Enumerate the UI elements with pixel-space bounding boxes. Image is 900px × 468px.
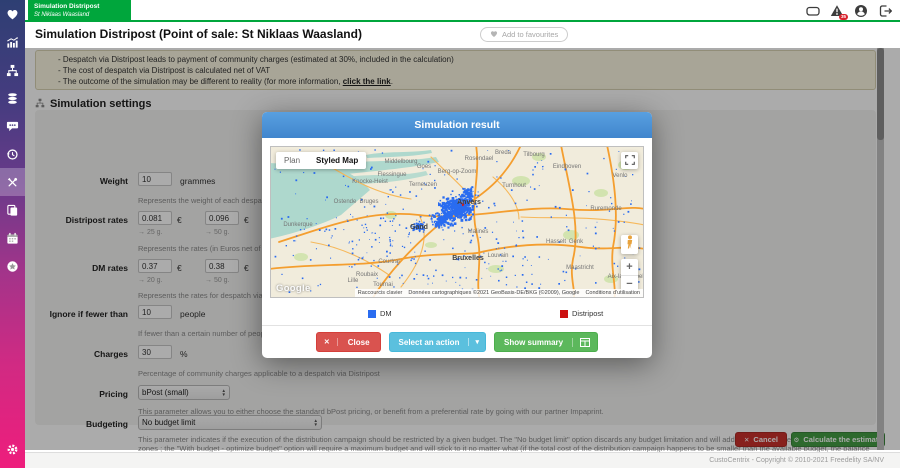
heart-icon — [6, 8, 19, 21]
zoom-in-button[interactable]: + — [621, 259, 638, 276]
add-to-favourites-label: Add to favourites — [502, 30, 558, 39]
calendar-icon — [6, 232, 19, 245]
result-map[interactable]: Breda Tilbourg Rosendael Middelbourg Eindhov… — [270, 146, 644, 298]
sidebar-item-database[interactable] — [0, 84, 25, 112]
user-icon[interactable] — [854, 4, 868, 18]
map-type-plan[interactable]: Plan — [276, 152, 308, 169]
add-to-favourites-button[interactable]: Add to favourites — [480, 27, 568, 42]
tab-title: Simulation Distripost — [34, 3, 131, 11]
heart-icon — [490, 30, 498, 40]
svg-text:Turnhout: Turnhout — [502, 183, 526, 189]
sidebar-item-settings[interactable] — [0, 435, 25, 463]
map-data-credit: Données cartographiques ©2021 GeoBasis-D… — [405, 289, 582, 297]
tab-subtitle: St Niklaas Waasland — [34, 11, 131, 19]
svg-text:Bruxelles: Bruxelles — [452, 255, 484, 262]
sidebar-item-calendar[interactable] — [0, 224, 25, 252]
svg-text:Roubaix: Roubaix — [356, 272, 378, 278]
sidebar — [0, 0, 25, 468]
svg-text:Middelbourg: Middelbourg — [384, 159, 417, 165]
sidebar-item-favourites[interactable] — [0, 0, 25, 28]
google-logo: Google — [276, 283, 311, 294]
svg-text:Genk: Genk — [569, 239, 584, 245]
zoom-control: + − — [621, 259, 638, 292]
svg-text:Tournai: Tournai — [373, 282, 393, 288]
history-clock-icon — [6, 148, 19, 161]
summary-table-icon — [572, 338, 597, 347]
notes-icon — [6, 204, 19, 217]
svg-text:Ruremonde: Ruremonde — [590, 206, 622, 212]
map-canvas[interactable]: Breda Tilbourg Rosendael Middelbourg Eindhov… — [271, 147, 644, 298]
svg-text:Berg-op-Zoom: Berg-op-Zoom — [438, 169, 477, 175]
simulation-result-modal: Simulation result — [262, 112, 652, 358]
close-button[interactable]: ✕ Close — [316, 332, 381, 352]
alerts-icon[interactable]: 35 — [830, 4, 844, 18]
active-module-tab[interactable]: Simulation Distripost St Niklaas Waaslan… — [28, 0, 131, 22]
page-footer: CustoCentrix - Copyright © 2010-2021 Fre… — [25, 452, 900, 468]
svg-text:Maastricht: Maastricht — [566, 265, 594, 271]
dm-color-swatch — [368, 310, 376, 318]
title-row: Simulation Distripost (Point of sale: St… — [25, 22, 900, 48]
sidebar-item-tools-active[interactable] — [0, 168, 25, 196]
terms-link[interactable]: Conditions d'utilisation — [582, 289, 643, 297]
show-summary-button[interactable]: Show summary — [494, 332, 598, 352]
svg-text:Ostende: Ostende — [334, 199, 357, 205]
stats-chart-icon — [6, 36, 19, 49]
sidebar-item-statistics[interactable] — [0, 28, 25, 56]
map-type-toggle: Plan Styled Map — [276, 152, 366, 169]
modal-header: Simulation result — [262, 112, 652, 138]
alert-count-badge: 35 — [839, 14, 848, 21]
svg-text:Flessingue: Flessingue — [377, 172, 407, 178]
svg-text:Anvers: Anvers — [457, 199, 481, 206]
svg-text:Breda: Breda — [495, 150, 512, 156]
svg-text:Bruges: Bruges — [359, 199, 378, 205]
copyright-text: CustoCentrix - Copyright © 2010-2021 Fre… — [709, 457, 884, 464]
map-type-styled-map[interactable]: Styled Map — [308, 152, 366, 169]
app-window: Simulation Distripost St Niklaas Waaslan… — [0, 0, 900, 468]
svg-text:Tilbourg: Tilbourg — [523, 152, 544, 158]
svg-text:Knocke-Heist: Knocke-Heist — [352, 179, 388, 185]
distripost-color-swatch — [560, 310, 568, 318]
star-badge-icon — [6, 260, 19, 273]
sidebar-item-history[interactable] — [0, 140, 25, 168]
logout-icon[interactable] — [878, 4, 892, 18]
pegman-icon — [625, 235, 635, 254]
svg-text:Louvain: Louvain — [487, 253, 508, 259]
topbar: Simulation Distripost St Niklaas Waaslan… — [25, 0, 900, 22]
svg-text:Terneuzen: Terneuzen — [409, 182, 437, 188]
svg-text:Venlo: Venlo — [612, 173, 628, 179]
close-icon: ✕ — [317, 338, 338, 346]
keyboard-shortcuts-link[interactable]: Raccourcis clavier — [355, 289, 406, 297]
chat-icon — [6, 120, 19, 133]
modal-title: Simulation result — [414, 119, 499, 131]
gear-icon — [6, 443, 19, 456]
map-legend: DM Distripost — [270, 304, 644, 324]
modal-footer: ✕ Close Select an action ▾ Show summary — [262, 326, 652, 358]
chevron-down-icon[interactable]: ▾ — [468, 338, 485, 346]
screen-icon[interactable] — [806, 4, 820, 18]
database-icon — [6, 92, 19, 105]
svg-text:Rosendael: Rosendael — [465, 156, 494, 162]
fullscreen-button[interactable] — [621, 152, 638, 169]
map-attribution: Raccourcis clavier Données cartographiqu… — [355, 289, 643, 297]
legend-dm: DM — [368, 309, 392, 318]
svg-text:Gand: Gand — [410, 224, 428, 231]
hierarchy-icon — [6, 64, 19, 77]
sidebar-item-hierarchy[interactable] — [0, 56, 25, 84]
sidebar-item-badge[interactable] — [0, 252, 25, 280]
page-title: Simulation Distripost (Point of sale: St… — [35, 27, 362, 41]
select-action-button[interactable]: Select an action ▾ — [389, 332, 486, 352]
svg-text:Eindhoven: Eindhoven — [553, 164, 581, 170]
svg-text:Goes: Goes — [417, 164, 431, 170]
sidebar-item-notes[interactable] — [0, 196, 25, 224]
svg-text:Malines: Malines — [468, 229, 489, 235]
legend-distripost: Distripost — [560, 309, 603, 318]
svg-text:Hasselt: Hasselt — [546, 239, 566, 245]
svg-text:Courtrai: Courtrai — [378, 259, 399, 265]
crossed-tools-icon — [6, 176, 19, 189]
fullscreen-icon — [625, 152, 635, 170]
sidebar-item-messages[interactable] — [0, 112, 25, 140]
svg-text:Lille: Lille — [348, 278, 359, 284]
svg-text:Dunkerque: Dunkerque — [283, 222, 313, 228]
pegman-control[interactable] — [621, 235, 638, 254]
